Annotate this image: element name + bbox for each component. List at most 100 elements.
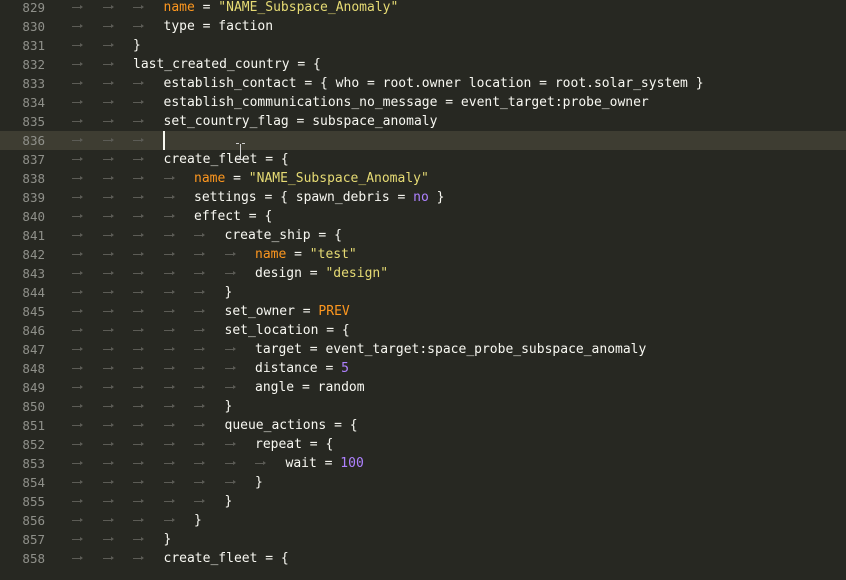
code-text: queue_actions = { [225,416,358,435]
indent-guide-arrow-icon [102,74,117,93]
indent-guide-arrow-icon [224,473,239,492]
code-text: create_ship = { [225,226,342,245]
code-token: type = faction [163,19,274,34]
indent-guide-arrow-icon [194,264,208,283]
indent-guide-arrow-icon [72,36,86,55]
indent-guide-arrow-icon [133,74,147,93]
indent-guide-arrow-icon [102,264,117,283]
indent-guide-arrow-icon [163,188,178,207]
line-number: 851 [22,418,45,433]
line-number: 834 [22,95,45,110]
code-line[interactable]: 830 type = faction [0,17,846,36]
indent-guide-arrow-icon [102,0,117,17]
code-text: wait = 100 [286,454,364,473]
code-line[interactable]: 857} [0,530,846,549]
code-line[interactable]: 839 settings = { spawn_debris = no } [0,188,846,207]
indent-guide-arrow-icon [72,0,86,17]
code-editor[interactable]: 829 name = "NAME_Subspace_Anomaly" 830 type… [0,0,846,580]
indent-guide-arrow-icon [72,283,86,302]
line-number: 831 [22,38,45,53]
indent-guide-arrow-icon [72,169,86,188]
code-text: } [194,511,202,530]
indent-guide-arrow-icon [133,0,147,17]
code-line[interactable]: 837 create_fleet = { [0,150,846,169]
code-line[interactable]: 838 name = "NAME_Subspace_Anomaly" [0,169,846,188]
code-line[interactable]: 847 target = event_target:space_probe_sub… [0,340,846,359]
line-number: 836 [22,133,45,148]
code-line[interactable]: 855} [0,492,846,511]
indent-guide-arrow-icon [102,17,117,36]
indent-guide-arrow-icon [72,549,86,568]
line-number: 850 [22,399,45,414]
code-token: name [255,247,287,262]
indent-guide-arrow-icon [133,321,147,340]
indent-guide-arrow-icon [102,302,117,321]
code-token: name [194,171,226,186]
code-line[interactable]: 833 establish_contact = { who = root.owne… [0,74,846,93]
code-token: "NAME_Subspace_Anomaly" [218,0,399,15]
line-number: 848 [22,361,45,376]
code-line[interactable]: 840 effect = { [0,207,846,226]
line-number: 837 [22,152,45,167]
indent-guide-arrow-icon [133,17,147,36]
indent-guide-arrow-icon [163,245,178,264]
code-line[interactable]: 836 [0,131,846,150]
indent-guide-arrow-icon [72,473,86,492]
indent-guide-arrow-icon [72,93,86,112]
line-number: 841 [22,228,45,243]
indent-guide-arrow-icon [133,397,147,416]
code-line[interactable]: 850} [0,397,846,416]
code-line[interactable]: 849 angle = random [0,378,846,397]
line-number: 852 [22,437,45,452]
code-text: } [164,530,172,549]
indent-guide-arrow-icon [163,302,178,321]
indent-guide-arrow-icon [72,264,86,283]
code-line[interactable]: 841 create_ship = { [0,226,846,245]
code-line[interactable]: 853 wait = 100 [0,454,846,473]
code-token: queue_actions = { [224,418,358,433]
code-line[interactable]: 842 name = "test" [0,245,846,264]
code-token: repeat = { [255,437,334,452]
code-token: create_fleet = { [163,152,289,167]
code-line[interactable]: 848 distance = 5 [0,359,846,378]
line-number: 833 [22,76,45,91]
code-line[interactable]: 831} [0,36,846,55]
code-text: type = faction [164,17,274,36]
code-line[interactable]: 854} [0,473,846,492]
code-text: angle = random [255,378,365,397]
indent-guide-arrow-icon [194,359,208,378]
line-number: 857 [22,532,45,547]
code-line[interactable]: 851 queue_actions = { [0,416,846,435]
code-line[interactable]: 843 design = "design" [0,264,846,283]
code-text: set_country_flag = subspace_anomaly [164,112,438,131]
code-line[interactable]: 835 set_country_flag = subspace_anomaly [0,112,846,131]
indent-guide-arrow-icon [72,454,86,473]
indent-guide-arrow-icon [163,473,178,492]
line-number: 830 [22,19,45,34]
code-line[interactable]: 845 set_owner = PREV [0,302,846,321]
code-line[interactable]: 829 name = "NAME_Subspace_Anomaly" [0,0,846,17]
indent-guide-arrow-icon [194,473,208,492]
line-number: 842 [22,247,45,262]
indent-guide-arrow-icon [72,17,86,36]
indent-guide-arrow-icon [102,359,117,378]
indent-guide-arrow-icon [133,416,147,435]
code-text: } [225,397,233,416]
indent-guide-arrow-icon [72,511,86,530]
indent-guide-arrow-icon [163,454,178,473]
code-line[interactable]: 856} [0,511,846,530]
code-line[interactable]: 852 repeat = { [0,435,846,454]
indent-guide-arrow-icon [163,511,178,530]
code-line[interactable]: 832 last_created_country = { [0,55,846,74]
code-line[interactable]: 844} [0,283,846,302]
code-token: "test" [309,247,357,262]
indent-guide-arrow-icon [133,283,147,302]
line-number: 838 [22,171,45,186]
code-token: establish_contact = { who = root.owner l… [163,76,704,91]
code-line[interactable]: 858 create_fleet = { [0,549,846,568]
indent-guide-arrow-icon [194,283,208,302]
code-token: } [194,513,202,528]
code-line[interactable]: 834 establish_communications_no_message =… [0,93,846,112]
indent-guide-arrow-icon [163,378,178,397]
code-line[interactable]: 846 set_location = { [0,321,846,340]
